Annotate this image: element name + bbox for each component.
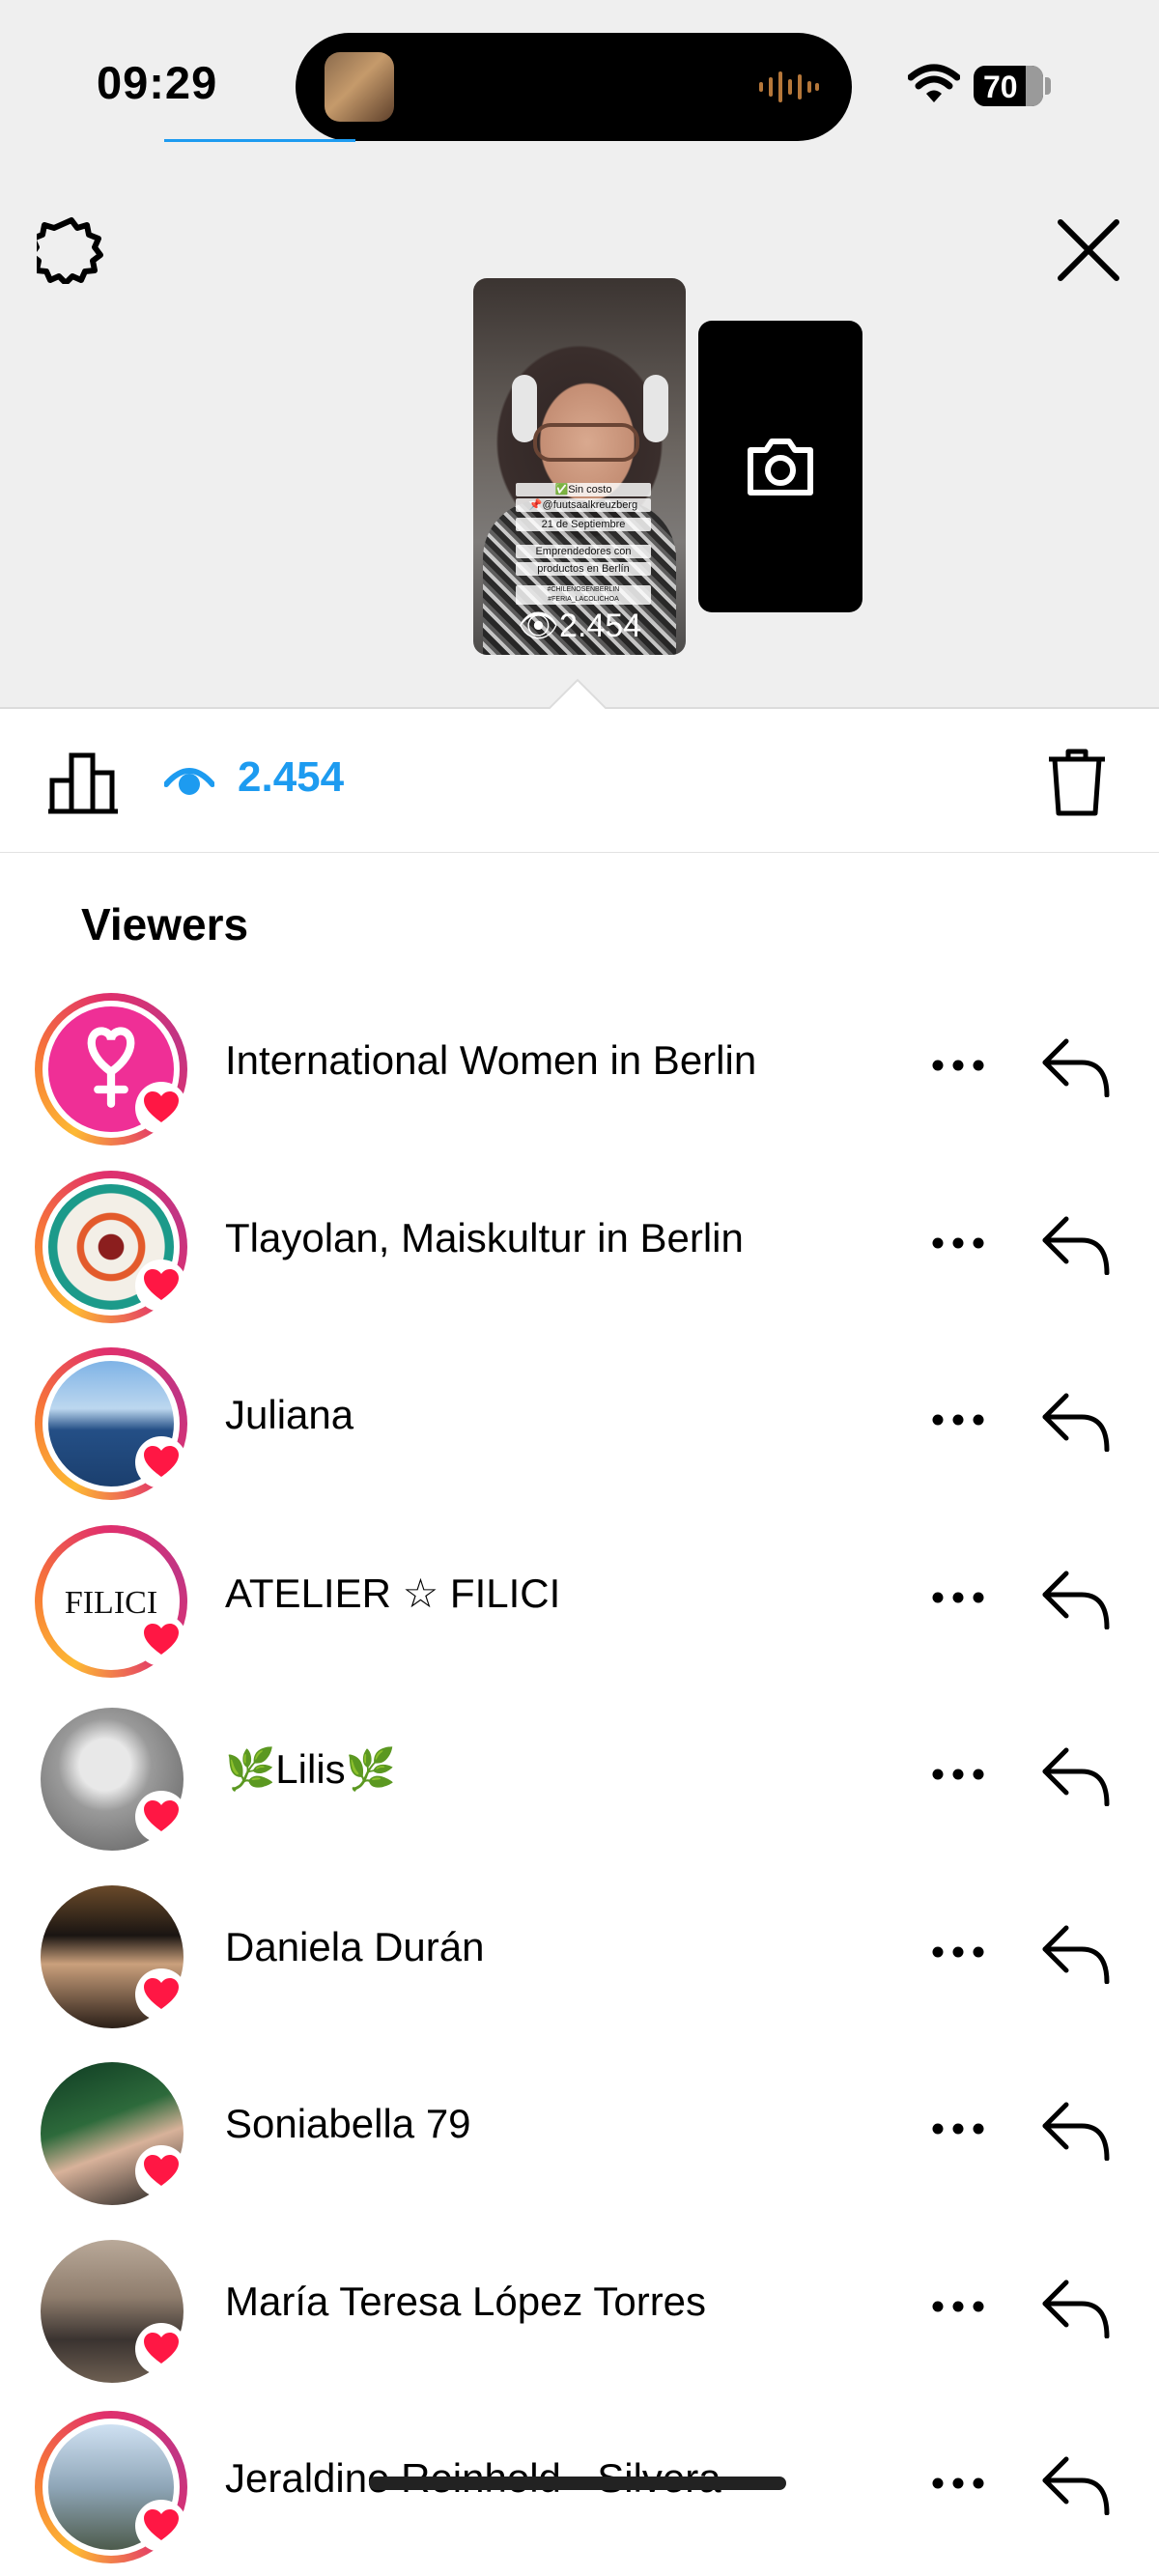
story-thumbnail[interactable]: ✅Sin costo 📌@fuutsaalkreuzberg 21 de Sep…	[473, 278, 686, 655]
more-options-icon[interactable]	[931, 1768, 985, 1781]
viewer-name[interactable]: Tlayolan, Maiskultur in Berlin	[225, 1215, 744, 1261]
selection-pointer	[549, 678, 607, 709]
tab-viewers[interactable]: 2.454	[164, 748, 357, 817]
heart-icon	[135, 2322, 187, 2375]
bar-chart-icon[interactable]	[48, 751, 118, 815]
viewer-row[interactable]: Soniabella 79	[0, 2045, 1159, 2222]
battery-indicator: 70	[974, 66, 1043, 106]
story-caption-5: productos en Berlín	[516, 562, 651, 576]
more-options-icon[interactable]	[931, 1591, 985, 1604]
story-preview-area: 09:29 70 ✅Sin costo 📌@fuutsaalkreuzberg …	[0, 0, 1159, 709]
viewer-name[interactable]: International Women in Berlin	[225, 1037, 756, 1084]
heart-icon	[135, 2500, 187, 2552]
story-toolbar: 2.454	[0, 709, 1159, 853]
status-time: 09:29	[97, 57, 218, 108]
heart-icon	[135, 1613, 187, 1666]
viewer-row[interactable]: Juliana	[0, 1336, 1159, 1513]
viewer-row[interactable]: Tlayolan, Maiskultur in Berlin	[0, 1159, 1159, 1336]
more-options-icon[interactable]	[931, 1236, 985, 1250]
reply-icon[interactable]	[1041, 1922, 1111, 1984]
viewer-name[interactable]: Daniela Durán	[225, 1924, 485, 1970]
reply-icon[interactable]	[1041, 2099, 1111, 2162]
viewer-count: 2.454	[238, 753, 345, 801]
more-options-icon[interactable]	[931, 2300, 985, 2313]
reply-icon[interactable]	[1041, 1744, 1111, 1807]
wifi-icon	[908, 64, 960, 102]
viewer-name[interactable]: Soniabella 79	[225, 2101, 471, 2147]
story-caption-3: 21 de Septiembre	[516, 518, 651, 531]
viewer-name[interactable]: María Teresa López Torres	[225, 2279, 706, 2325]
trash-icon[interactable]	[1047, 748, 1107, 817]
more-options-icon[interactable]	[931, 1413, 985, 1427]
viewer-row[interactable]: Daniela Durán	[0, 1868, 1159, 2045]
gear-icon[interactable]	[37, 214, 106, 284]
more-options-icon[interactable]	[931, 2122, 985, 2136]
reply-icon[interactable]	[1041, 2453, 1111, 2516]
viewer-row[interactable]: FILICI ATELIER ☆ FILICI	[0, 1514, 1159, 1690]
heart-icon	[135, 1791, 187, 1843]
heart-icon	[135, 1082, 187, 1134]
audio-wave-icon	[759, 71, 819, 102]
close-icon[interactable]	[1053, 214, 1124, 286]
reply-icon[interactable]	[1041, 2277, 1111, 2338]
viewers-title: Viewers	[81, 899, 249, 949]
camera-icon	[748, 439, 813, 495]
dynamic-island[interactable]	[296, 33, 852, 141]
heart-icon	[135, 1259, 187, 1312]
more-options-icon[interactable]	[931, 1059, 985, 1072]
media-thumbnail-icon	[325, 52, 394, 122]
reply-icon[interactable]	[1041, 1213, 1111, 1275]
story-caption-4: Emprendedores con	[516, 545, 651, 558]
story-caption-6: #CHILENOSENBERLIN #FERIA_LACOLICHOA	[516, 585, 651, 605]
more-options-icon[interactable]	[931, 2477, 985, 2490]
story-view-count: 👁2.454	[517, 608, 642, 644]
story-caption-1: ✅Sin costo	[516, 483, 651, 496]
tab-underline	[164, 139, 355, 142]
viewer-row[interactable]: María Teresa López Torres	[0, 2222, 1159, 2399]
add-story-button[interactable]	[698, 321, 862, 612]
viewer-name[interactable]: Juliana	[225, 1392, 353, 1438]
viewer-row[interactable]: International Women in Berlin	[0, 981, 1159, 1158]
home-indicator[interactable]	[369, 2477, 786, 2490]
story-caption-2: 📌@fuutsaalkreuzberg	[516, 498, 651, 512]
heart-icon	[135, 1967, 187, 2021]
viewer-name[interactable]: 🌿Lilis🌿	[225, 1746, 396, 1794]
reply-icon[interactable]	[1041, 1568, 1111, 1629]
eye-icon	[164, 768, 214, 795]
heart-icon	[135, 2145, 187, 2197]
viewer-row[interactable]: 🌿Lilis🌿	[0, 1690, 1159, 1867]
more-options-icon[interactable]	[931, 1945, 985, 1959]
viewer-name[interactable]: ATELIER ☆ FILICI	[225, 1570, 560, 1617]
story-eye-icon: 👁	[517, 608, 560, 644]
reply-icon[interactable]	[1041, 1035, 1111, 1098]
battery-level: 70	[983, 70, 1018, 104]
reply-icon[interactable]	[1041, 1390, 1111, 1453]
heart-icon	[135, 1436, 187, 1488]
